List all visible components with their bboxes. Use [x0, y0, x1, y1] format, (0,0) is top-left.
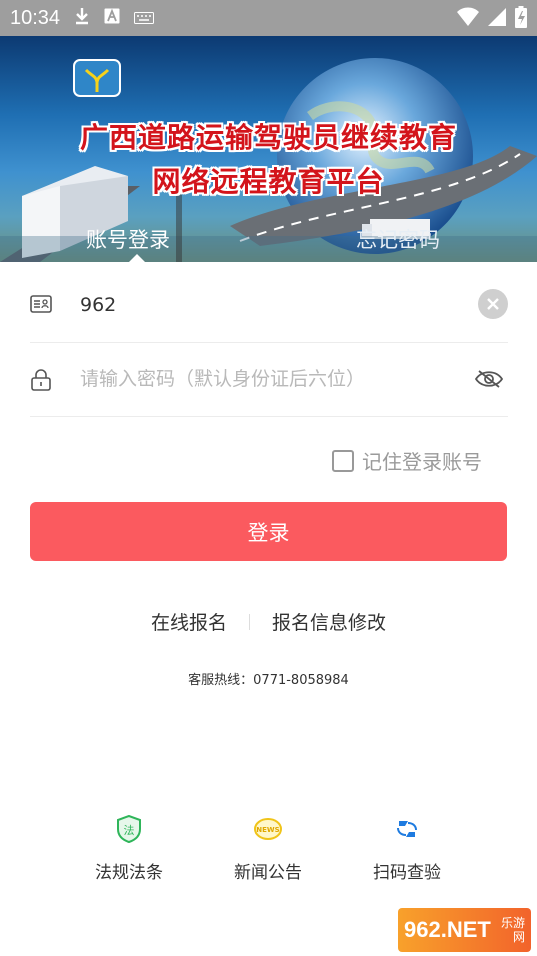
link-divider — [249, 614, 250, 630]
status-time: 10:34 — [10, 6, 61, 29]
nav-scan[interactable]: 扫码查验 — [352, 812, 462, 883]
remember-account-option[interactable]: 记住登录账号 — [332, 446, 482, 475]
svg-text:法: 法 — [124, 823, 135, 837]
banner-title-line2: 网络远程教育平台 — [152, 165, 385, 198]
tab-forgot-password[interactable]: 忘记密码 — [356, 224, 440, 254]
download-icon — [74, 7, 90, 29]
toggle-password-visibility-button[interactable] — [474, 369, 504, 393]
login-tabs: 账号登录 忘记密码 — [0, 222, 537, 262]
site-watermark: 962.NET 乐游网 — [398, 908, 531, 952]
nav-news[interactable]: NEWS 新闻公告 — [213, 812, 323, 883]
nav-scan-label: 扫码查验 — [373, 863, 441, 883]
customer-service-hotline: 客服热线：0771-8058984 — [188, 673, 349, 688]
bottom-shortcuts: 法 法规法条 NEWS 新闻公告 扫码查验 — [0, 812, 537, 892]
clear-account-button[interactable] — [478, 289, 508, 319]
svg-text:NEWS: NEWS — [256, 826, 279, 834]
registration-links: 在线报名 报名信息修改 — [0, 608, 537, 635]
tab-account-login[interactable]: 账号登录 — [86, 224, 170, 254]
online-register-link[interactable]: 在线报名 — [151, 608, 227, 635]
status-system-icons — [457, 6, 527, 32]
watermark-sub: 乐游网 — [500, 916, 525, 944]
header-banner: 广西道路运输驾驶员继续教育 网络远程教育平台 账号登录 忘记密码 — [0, 36, 537, 262]
password-row — [30, 342, 508, 417]
banner-title-line1: 广西道路运输驾驶员继续教育 — [79, 121, 457, 154]
app-a-icon — [104, 8, 120, 28]
login-button[interactable]: 登录 — [30, 502, 507, 561]
remember-label: 记住登录账号 — [362, 450, 482, 474]
lock-icon — [30, 369, 52, 395]
status-bar: 10:34 — [0, 0, 537, 36]
remember-checkbox[interactable] — [332, 449, 354, 472]
signal-icon — [487, 7, 507, 31]
nav-laws[interactable]: 法 法规法条 — [74, 812, 184, 883]
battery-icon — [515, 6, 527, 32]
active-tab-indicator — [128, 254, 146, 262]
modify-registration-link[interactable]: 报名信息修改 — [272, 608, 386, 635]
law-shield-icon: 法 — [74, 812, 184, 846]
wifi-icon — [457, 7, 479, 31]
password-input[interactable] — [78, 360, 462, 398]
status-notification-icons — [74, 7, 155, 29]
nav-laws-label: 法规法条 — [95, 863, 163, 883]
id-card-icon — [30, 295, 52, 317]
news-icon: NEWS — [213, 812, 323, 846]
account-row — [30, 268, 508, 343]
close-icon — [487, 298, 499, 310]
eye-hidden-icon — [474, 370, 504, 388]
keyboard-icon — [134, 9, 155, 28]
account-input[interactable] — [78, 286, 462, 324]
watermark-main: 962.NET — [404, 917, 491, 942]
scan-icon — [352, 812, 462, 846]
nav-news-label: 新闻公告 — [234, 863, 302, 883]
